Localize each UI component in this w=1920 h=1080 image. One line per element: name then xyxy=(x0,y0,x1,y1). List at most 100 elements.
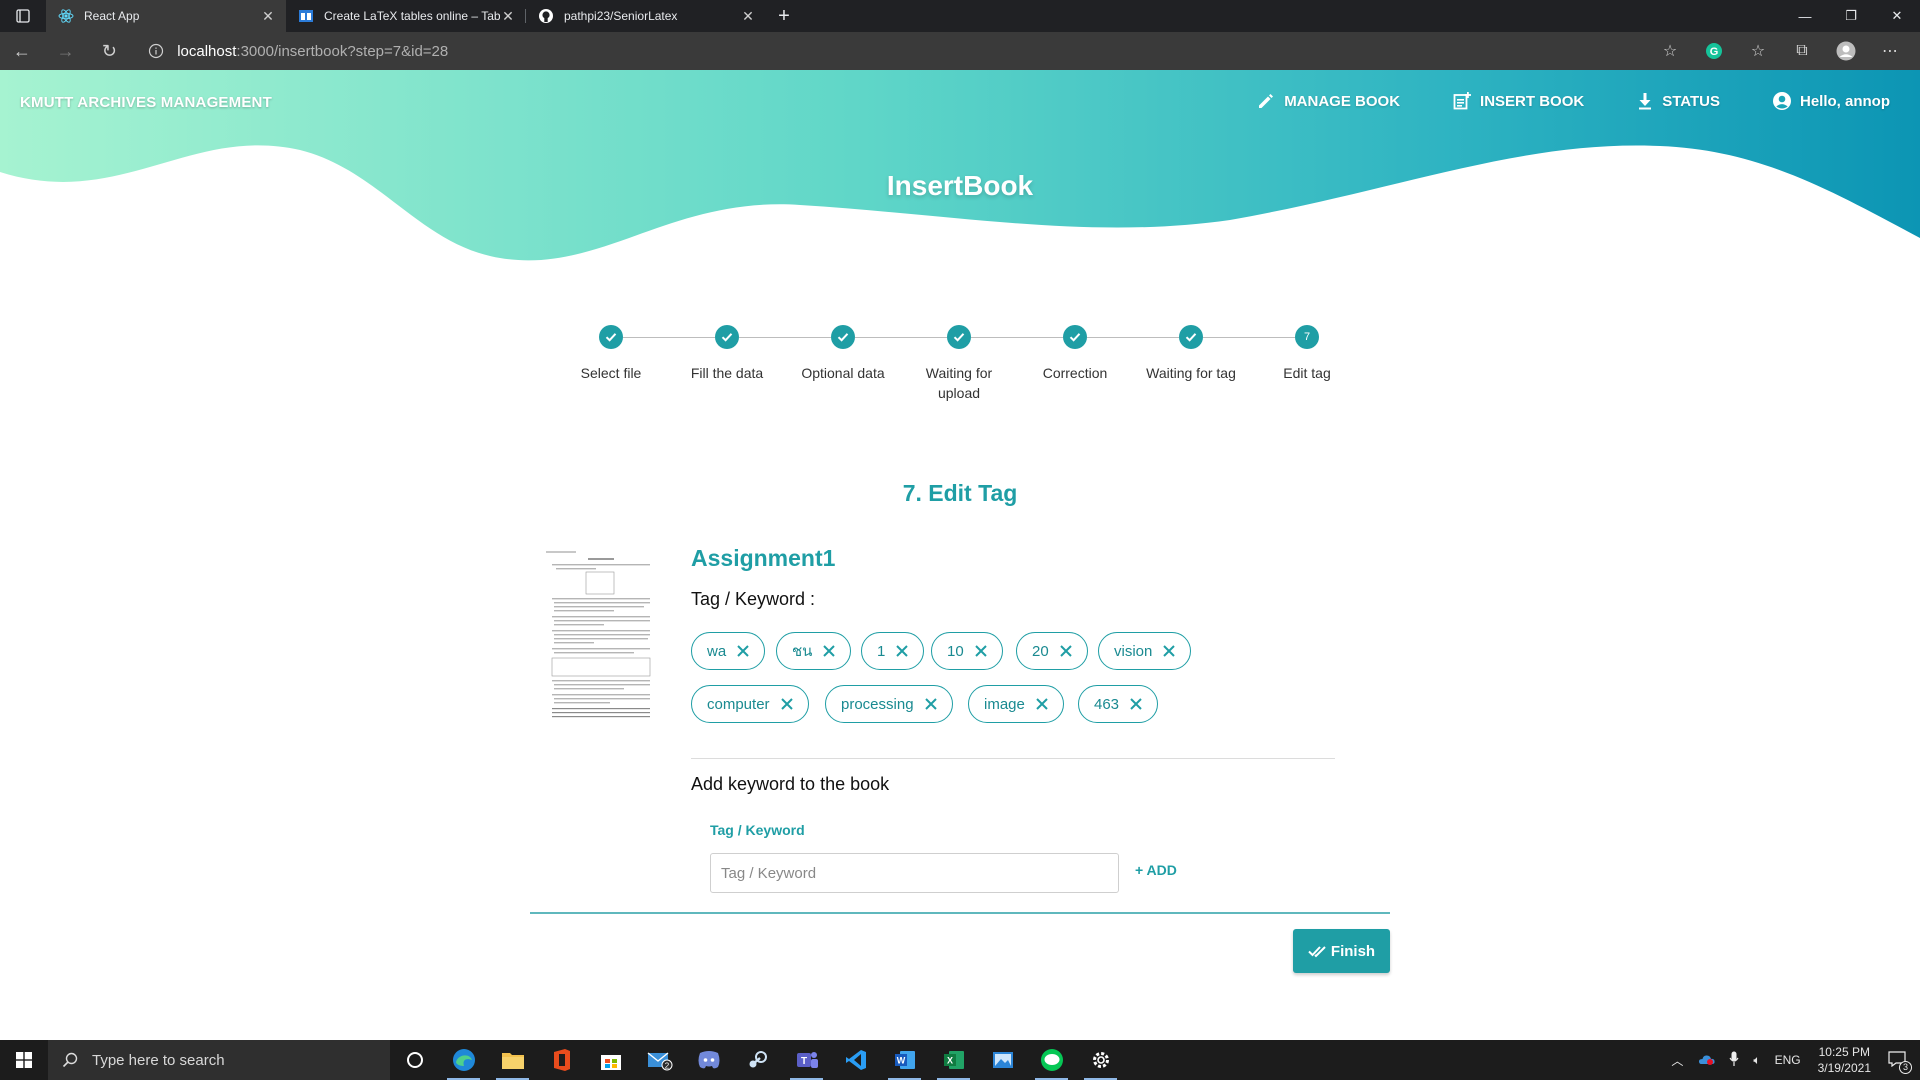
add-favorite-icon[interactable]: ☆ xyxy=(1648,32,1692,70)
table-icon xyxy=(299,10,313,22)
tag-chip[interactable]: vision xyxy=(1098,632,1192,670)
remove-tag-icon[interactable] xyxy=(736,644,750,658)
remove-tag-icon[interactable] xyxy=(1035,697,1049,711)
finish-button[interactable]: Finish xyxy=(1293,929,1390,973)
onedrive-icon[interactable] xyxy=(1697,1053,1715,1068)
excel-icon[interactable]: X xyxy=(929,1040,978,1080)
settings-icon[interactable] xyxy=(1076,1040,1125,1080)
favorites-icon[interactable]: ☆ xyxy=(1736,32,1780,70)
step-fill-data: Fill the data xyxy=(667,325,787,383)
close-window-icon[interactable]: ✕ xyxy=(1874,0,1920,32)
browser-tab-github[interactable]: pathpi23/SeniorLatex ✕ xyxy=(526,0,766,32)
file-explorer-icon[interactable] xyxy=(488,1040,537,1080)
tag-chip[interactable]: processing xyxy=(825,685,953,723)
reload-icon[interactable]: ↻ xyxy=(87,32,131,70)
finish-button-label: Finish xyxy=(1330,942,1376,960)
site-info-icon[interactable] xyxy=(145,40,167,62)
cortana-icon[interactable] xyxy=(390,1040,439,1080)
steam-icon[interactable] xyxy=(733,1040,782,1080)
new-tab-button[interactable]: + xyxy=(766,0,802,32)
tag-chip[interactable]: 10 xyxy=(931,632,1003,670)
photos-icon[interactable] xyxy=(978,1040,1027,1080)
remove-tag-icon[interactable] xyxy=(895,644,909,658)
book-title: Assignment1 xyxy=(691,545,836,571)
close-tab-icon[interactable]: ✕ xyxy=(260,8,276,25)
mail-badge: 2 xyxy=(664,1062,669,1071)
remove-tag-icon[interactable] xyxy=(1129,697,1143,711)
more-menu-icon[interactable]: ⋯ xyxy=(1868,32,1912,70)
browser-tab-latex-tables[interactable]: Create LaTeX tables online – Tabl ✕ xyxy=(286,0,526,32)
restore-icon[interactable]: ❐ xyxy=(1828,0,1874,32)
remove-tag-icon[interactable] xyxy=(924,697,938,711)
minimize-icon[interactable]: — xyxy=(1782,0,1828,32)
remove-tag-icon[interactable] xyxy=(974,644,988,658)
tag-chip[interactable]: computer xyxy=(691,685,809,723)
step-label: Waiting for tag xyxy=(1146,365,1236,381)
tag-chip[interactable]: ชน xyxy=(776,632,852,670)
remove-tag-icon[interactable] xyxy=(822,644,836,658)
clock-time: 10:25 PM xyxy=(1818,1045,1870,1059)
back-icon[interactable]: ← xyxy=(0,32,44,70)
step-select-file: Select file xyxy=(551,325,671,383)
volume-icon[interactable]: 🔈︎ xyxy=(1753,1053,1760,1068)
edge-icon[interactable] xyxy=(439,1040,488,1080)
system-tray: ︿ 🔈︎ ENG 10:25 PM 3/19/2021 3 xyxy=(1664,1040,1920,1080)
keyword-input[interactable] xyxy=(710,853,1119,893)
notification-center-icon[interactable]: 3 xyxy=(1888,1050,1912,1074)
tag-chip[interactable]: 20 xyxy=(1016,632,1088,670)
discord-icon[interactable] xyxy=(684,1040,733,1080)
nav-manage-book-label: MANAGE BOOK xyxy=(1284,92,1401,110)
add-keyword-heading: Add keyword to the book xyxy=(691,774,890,794)
vscode-icon[interactable] xyxy=(831,1040,880,1080)
microphone-icon[interactable] xyxy=(1729,1051,1739,1070)
address-bar[interactable]: localhost:3000/insertbook?step=7&id=28 xyxy=(137,36,1648,66)
close-tab-icon[interactable]: ✕ xyxy=(740,8,756,25)
mail-icon[interactable]: 2 xyxy=(635,1040,684,1080)
forward-icon[interactable]: → xyxy=(44,32,88,70)
nav-user-greeting[interactable]: Hello, annop xyxy=(1772,84,1890,118)
store-icon[interactable] xyxy=(586,1040,635,1080)
nav-status[interactable]: STATUS xyxy=(1636,84,1720,118)
tab-title: Create LaTeX tables online – Tabl xyxy=(324,9,500,23)
double-check-icon xyxy=(1308,946,1326,958)
taskbar-clock[interactable]: 10:25 PM 3/19/2021 xyxy=(1818,1044,1871,1076)
tag-chip-label: 1 xyxy=(877,642,886,660)
teams-icon[interactable]: T xyxy=(782,1040,831,1080)
step-label: Fill the data xyxy=(690,365,764,381)
tag-chip[interactable]: 463 xyxy=(1078,685,1159,723)
nav-manage-book[interactable]: MANAGE BOOK xyxy=(1256,84,1400,118)
remove-tag-icon[interactable] xyxy=(780,697,794,711)
remove-tag-icon[interactable] xyxy=(1162,644,1176,658)
step-done-check-icon xyxy=(715,325,739,349)
brand-title[interactable]: KMUTT ARCHIVES MANAGEMENT xyxy=(20,94,272,111)
tag-chip-label: vision xyxy=(1114,642,1153,660)
nav-insert-book[interactable]: INSERT BOOK xyxy=(1452,84,1584,118)
close-tab-icon[interactable]: ✕ xyxy=(500,8,516,25)
excel-letter: X xyxy=(946,1056,952,1066)
profile-avatar-icon[interactable] xyxy=(1824,32,1868,70)
browser-toolbar: ← → ↻ localhost:3000/insertbook?step=7&i… xyxy=(0,32,1920,70)
github-icon xyxy=(539,9,553,23)
collections-icon[interactable]: ⧉ xyxy=(1780,32,1824,70)
top-navigation: MANAGE BOOK INSERT BOOK STATUS Hello, an… xyxy=(1204,84,1890,118)
line-icon[interactable] xyxy=(1027,1040,1076,1080)
chevron-up-icon[interactable]: ︿ xyxy=(1671,1052,1683,1069)
url-host: localhost xyxy=(177,42,237,60)
word-icon[interactable]: W xyxy=(880,1040,929,1080)
add-keyword-button[interactable]: + ADD xyxy=(1135,862,1177,878)
step-optional-data: Optional data xyxy=(783,325,903,383)
input-language[interactable]: ENG xyxy=(1775,1053,1801,1067)
browser-tab-react-app[interactable]: React App ✕ xyxy=(46,0,286,32)
grammarly-icon[interactable]: G xyxy=(1692,32,1736,70)
tab-actions-icon[interactable] xyxy=(0,0,46,32)
office-icon[interactable] xyxy=(537,1040,586,1080)
windows-start-icon[interactable] xyxy=(0,1040,48,1080)
step-done-check-icon xyxy=(1063,325,1087,349)
step-label: Select file xyxy=(580,365,642,381)
step-correction: Correction xyxy=(1015,325,1135,383)
tag-chip[interactable]: image xyxy=(968,685,1064,723)
remove-tag-icon[interactable] xyxy=(1059,644,1073,658)
tag-chip[interactable]: 1 xyxy=(861,632,925,670)
taskbar-search-box[interactable]: Type here to search xyxy=(48,1040,390,1080)
tag-chip[interactable]: wa xyxy=(691,632,766,670)
